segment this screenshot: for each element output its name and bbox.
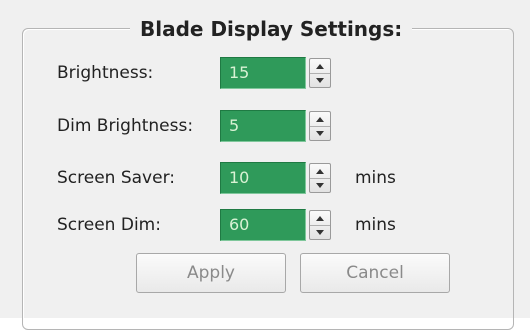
brightness-label: Brightness:: [57, 63, 154, 83]
arrow-down-icon: [316, 229, 324, 235]
screen-saver-input[interactable]: 10: [220, 162, 306, 194]
screen-dim-label: Screen Dim:: [57, 215, 161, 235]
arrow-down-icon: [316, 130, 324, 136]
apply-button[interactable]: Apply: [136, 253, 286, 293]
screen-saver-unit: mins: [355, 168, 396, 188]
settings-panel: Blade Display Settings: Brightness: 15 D…: [0, 0, 530, 330]
spin-down-button[interactable]: [310, 178, 330, 192]
arrow-up-icon: [316, 63, 324, 69]
spin-up-button[interactable]: [310, 112, 330, 127]
spin-up-button[interactable]: [310, 164, 330, 179]
arrow-up-icon: [316, 116, 324, 122]
arrow-down-icon: [316, 182, 324, 188]
dim-brightness-spinner[interactable]: [309, 111, 331, 141]
spin-down-button[interactable]: [310, 73, 330, 87]
spin-down-button[interactable]: [310, 225, 330, 239]
cancel-button[interactable]: Cancel: [300, 253, 450, 293]
screen-dim-unit: mins: [355, 215, 396, 235]
screen-saver-label: Screen Saver:: [57, 168, 175, 188]
spin-up-button[interactable]: [310, 211, 330, 226]
group-title: Blade Display Settings:: [130, 13, 413, 45]
brightness-spinner[interactable]: [309, 58, 331, 88]
arrow-down-icon: [316, 77, 324, 83]
spin-up-button[interactable]: [310, 59, 330, 74]
arrow-up-icon: [316, 215, 324, 221]
spin-down-button[interactable]: [310, 126, 330, 140]
brightness-value: 15: [229, 63, 250, 82]
screen-dim-spinner[interactable]: [309, 210, 331, 240]
arrow-up-icon: [316, 168, 324, 174]
dim-brightness-input[interactable]: 5: [220, 110, 306, 142]
screen-dim-value: 60: [229, 215, 250, 234]
screen-dim-input[interactable]: 60: [220, 209, 306, 241]
brightness-input[interactable]: 15: [220, 57, 306, 89]
dim-brightness-label: Dim Brightness:: [57, 116, 194, 136]
screen-saver-spinner[interactable]: [309, 163, 331, 193]
screen-saver-value: 10: [229, 168, 250, 187]
dim-brightness-value: 5: [229, 116, 240, 135]
